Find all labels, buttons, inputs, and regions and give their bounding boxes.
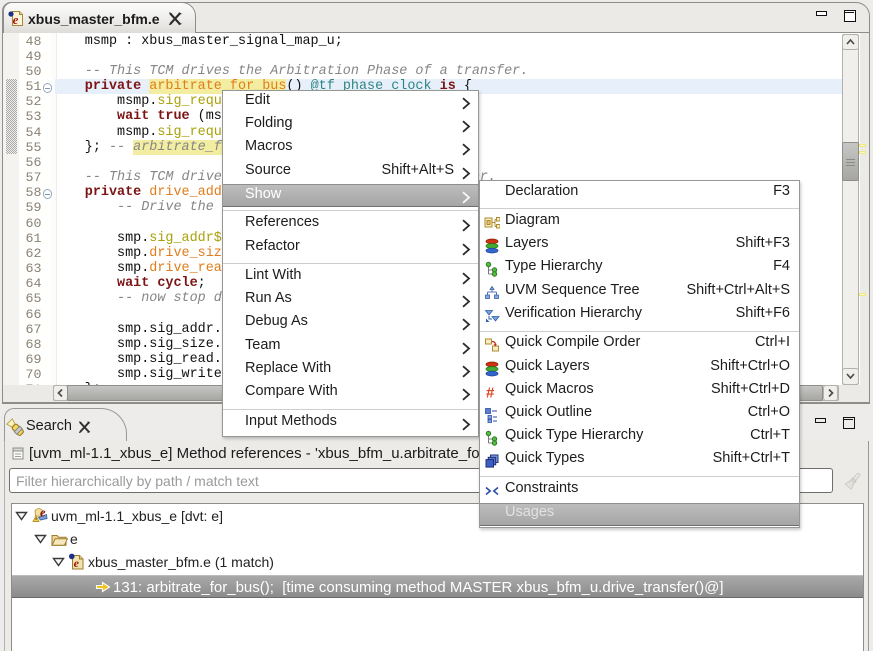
svg-text:e: e bbox=[74, 556, 80, 570]
svg-text:#: # bbox=[486, 384, 495, 400]
svg-text:e: e bbox=[40, 507, 46, 520]
